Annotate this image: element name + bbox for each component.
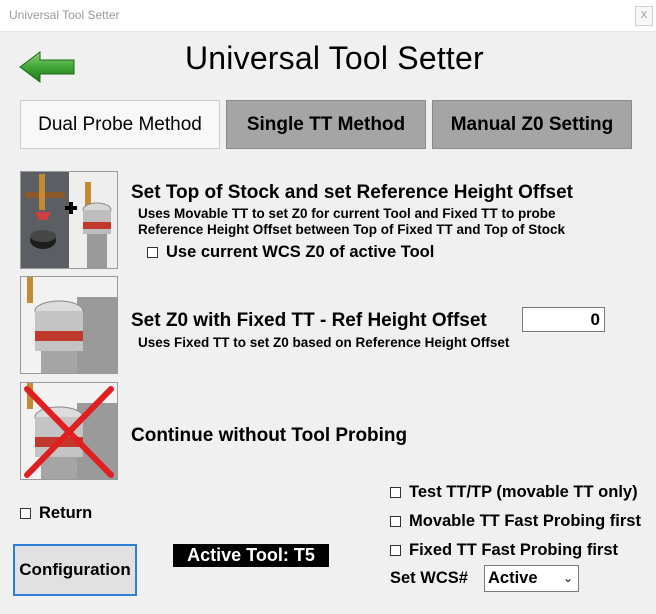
back-button[interactable] bbox=[18, 50, 76, 84]
wcs-selected-value: Active bbox=[488, 569, 538, 587]
fixed-tt-button[interactable] bbox=[20, 276, 118, 374]
top-of-stock-desc-2: Reference Height Offset between Top of F… bbox=[138, 222, 566, 237]
use-current-wcs-checkbox[interactable]: Use current WCS Z0 of active Tool bbox=[147, 243, 434, 262]
fixed-tt-title: Set Z0 with Fixed TT - Ref Height Offset bbox=[131, 310, 487, 331]
checkbox-box[interactable] bbox=[20, 508, 31, 519]
movable-fast-checkbox[interactable]: Movable TT Fast Probing first bbox=[390, 512, 641, 531]
checkbox-box[interactable] bbox=[390, 487, 401, 498]
wcs-select[interactable]: Active ⌄ bbox=[484, 565, 579, 592]
title-bar: Universal Tool Setter X bbox=[0, 0, 656, 32]
tab-single-tt-method[interactable]: Single TT Method bbox=[226, 100, 426, 149]
probe-and-tt-image bbox=[21, 172, 117, 268]
page-title: Universal Tool Setter bbox=[185, 40, 484, 76]
checkbox-box[interactable] bbox=[390, 516, 401, 527]
checkbox-box[interactable] bbox=[147, 247, 158, 258]
return-checkbox[interactable]: Return bbox=[20, 504, 92, 523]
tab-manual-z0-setting[interactable]: Manual Z0 Setting bbox=[432, 100, 632, 149]
no-probing-button[interactable] bbox=[20, 382, 118, 480]
no-probing-title: Continue without Tool Probing bbox=[131, 425, 408, 446]
test-tt-checkbox[interactable]: Test TT/TP (movable TT only) bbox=[390, 483, 638, 502]
fixed-tt-image bbox=[21, 277, 117, 373]
test-tt-label: Test TT/TP (movable TT only) bbox=[409, 483, 638, 501]
top-of-stock-button[interactable] bbox=[20, 171, 118, 269]
green-left-arrow-icon bbox=[19, 51, 75, 83]
return-label: Return bbox=[39, 504, 93, 522]
top-of-stock-title: Set Top of Stock and set Reference Heigh… bbox=[131, 182, 574, 203]
top-of-stock-desc-1: Uses Movable TT to set Z0 for current To… bbox=[138, 206, 556, 221]
checkbox-box[interactable] bbox=[390, 545, 401, 556]
tab-dual-probe-method[interactable]: Dual Probe Method bbox=[20, 100, 220, 149]
window-title: Universal Tool Setter bbox=[9, 8, 120, 22]
configuration-button[interactable]: Configuration bbox=[13, 544, 137, 596]
use-current-wcs-label: Use current WCS Z0 of active Tool bbox=[166, 243, 435, 261]
ref-height-offset-input[interactable]: 0 bbox=[522, 307, 605, 332]
chevron-down-icon: ⌄ bbox=[562, 571, 573, 585]
active-tool-status: Active Tool: T5 bbox=[173, 544, 329, 567]
close-icon[interactable]: X bbox=[635, 6, 653, 26]
fixed-fast-checkbox[interactable]: Fixed TT Fast Probing first bbox=[390, 541, 618, 560]
movable-fast-label: Movable TT Fast Probing first bbox=[409, 512, 641, 530]
set-wcs-label: Set WCS# bbox=[390, 569, 468, 587]
fixed-fast-label: Fixed TT Fast Probing first bbox=[409, 541, 619, 559]
no-probe-crossed-image bbox=[21, 383, 117, 479]
fixed-tt-desc: Uses Fixed TT to set Z0 based on Referen… bbox=[138, 335, 510, 350]
